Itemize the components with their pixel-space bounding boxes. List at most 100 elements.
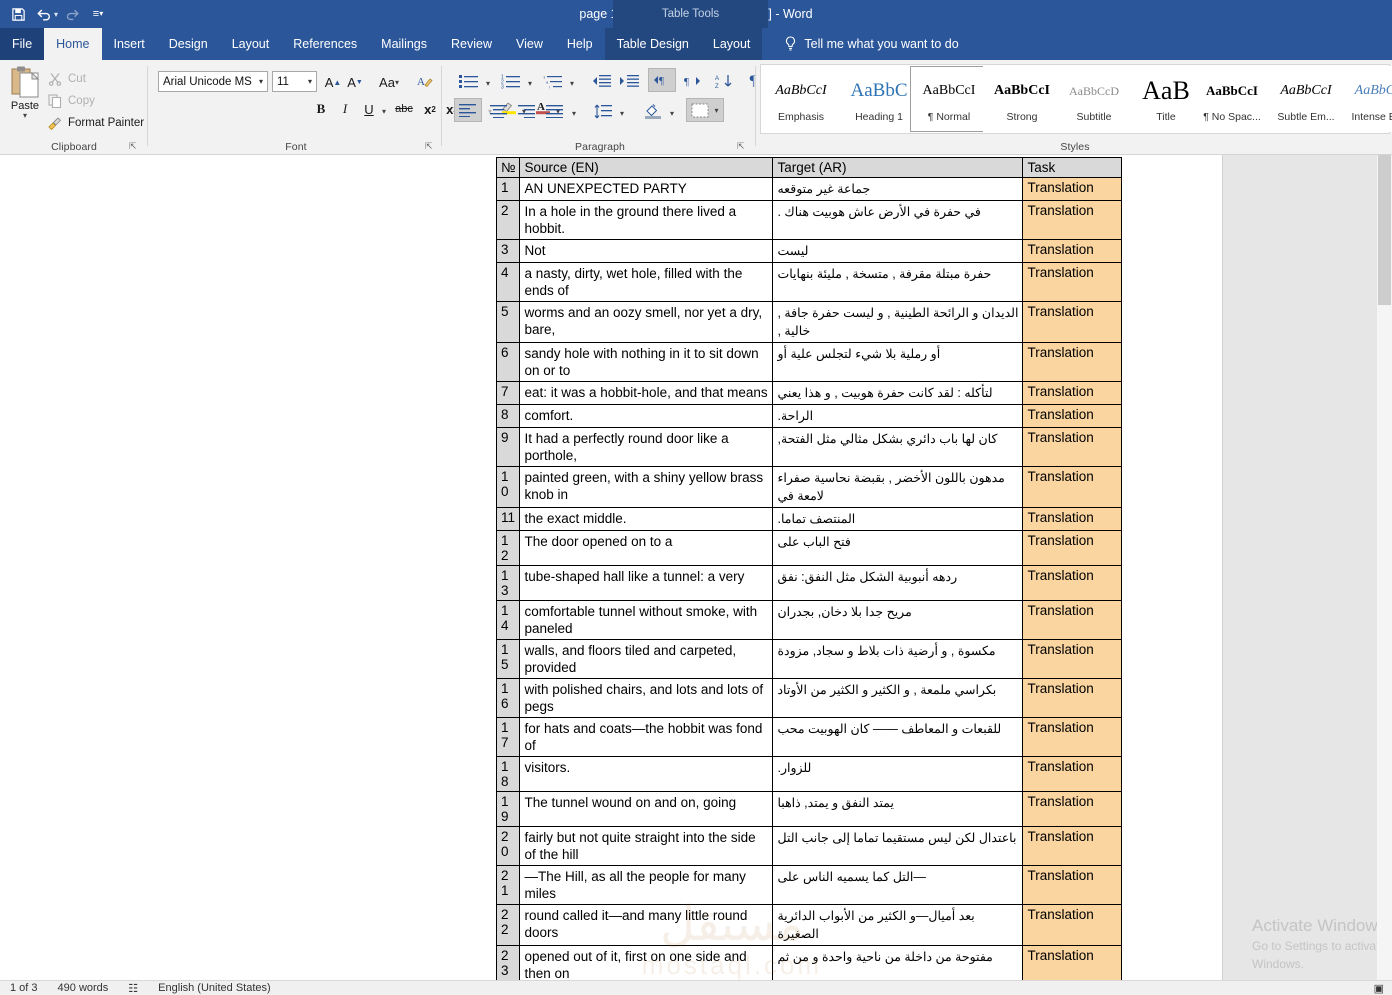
customize-qat-icon[interactable]: ≡ ▾: [86, 3, 110, 25]
chevron-down-icon[interactable]: ▾: [259, 77, 263, 86]
source-cell[interactable]: worms and an oozy smell, nor yet a dry, …: [519, 301, 774, 343]
style-intense-emphasis[interactable]: AaBbCc Intense E...: [1339, 66, 1392, 132]
target-cell[interactable]: باعتدال لكن ليس مستقيما تماما إلى جانب ا…: [772, 826, 1024, 866]
italic-icon[interactable]: I: [334, 98, 356, 120]
target-cell[interactable]: جماعة غير متوقعه: [772, 177, 1024, 201]
style-heading-1[interactable]: AaBbC Heading 1: [840, 66, 918, 132]
task-cell[interactable]: Translation: [1022, 342, 1123, 382]
task-cell[interactable]: Translation: [1022, 381, 1123, 405]
target-cell[interactable]: كان لها باب دائري بشكل مثالي مثل الفتحة,: [772, 427, 1024, 467]
source-cell[interactable]: The tunnel wound on and on, going: [519, 791, 774, 827]
align-right-icon[interactable]: [514, 100, 540, 122]
source-cell[interactable]: tube-shaped hall like a tunnel: a very: [519, 565, 774, 601]
numbering-dropdown-icon[interactable]: ▾: [524, 72, 536, 94]
target-cell[interactable]: أو رملية بلا شيء لتجلس علية أو: [772, 342, 1024, 382]
spelling-check-icon[interactable]: ☷: [118, 982, 148, 995]
style-subtle-emphasis[interactable]: AaBbCcI Subtle Em...: [1267, 66, 1345, 132]
source-cell[interactable]: round called it—and many little round do…: [519, 904, 774, 946]
shrink-font-icon[interactable]: A ▼: [344, 71, 366, 93]
source-cell[interactable]: comfortable tunnel without smoke, with p…: [519, 600, 774, 640]
style-normal[interactable]: AaBbCcI ¶ Normal: [910, 66, 988, 132]
target-cell[interactable]: بكراسي ملمعة , و الكثير و الكثير من الأو…: [772, 678, 1024, 718]
borders-icon[interactable]: ▾: [686, 98, 724, 122]
task-cell[interactable]: Translation: [1022, 404, 1123, 428]
tab-home[interactable]: Home: [44, 28, 102, 60]
target-cell[interactable]: مدهون باللون الأخضر , بقبضة نحاسية صفراء…: [772, 466, 1024, 508]
task-cell[interactable]: Translation: [1022, 427, 1123, 467]
multilevel-dropdown-icon[interactable]: ▾: [566, 72, 578, 94]
numbering-icon[interactable]: 123: [498, 70, 524, 92]
paragraph-dialog-launcher[interactable]: ⇱: [737, 141, 748, 152]
style-strong[interactable]: AaBbCcI Strong: [983, 66, 1061, 132]
copy-button[interactable]: Copy: [48, 91, 95, 111]
increase-indent-icon[interactable]: [616, 70, 642, 92]
source-cell[interactable]: the exact middle.: [519, 507, 774, 531]
font-dialog-launcher[interactable]: ⇱: [425, 141, 436, 152]
tab-mailings[interactable]: Mailings: [369, 28, 439, 60]
source-cell[interactable]: comfort.: [519, 404, 774, 428]
task-cell[interactable]: Translation: [1022, 262, 1123, 302]
word-count[interactable]: 490 words: [48, 982, 119, 994]
ltr-text-direction-icon[interactable]: ¶: [648, 68, 676, 92]
language-indicator[interactable]: English (United States): [148, 982, 281, 994]
style-no-spacing[interactable]: AaBbCcI ¶ No Spac...: [1193, 66, 1271, 132]
target-cell[interactable]: حفرة مبتلة مقرفة , متسخة , مليئة بنهايات: [772, 262, 1024, 302]
save-icon[interactable]: [6, 3, 30, 25]
source-cell[interactable]: —The Hill, as all the people for many mi…: [519, 865, 774, 905]
target-cell[interactable]: لتأكله : لقد كانت حفرة هوبيت , و هذا يعن…: [772, 381, 1024, 405]
tab-insert[interactable]: Insert: [102, 28, 157, 60]
bullets-icon[interactable]: [456, 70, 482, 92]
source-cell[interactable]: with polished chairs, and lots and lots …: [519, 678, 774, 718]
ribbon-tabs[interactable]: File Home Insert Design Layout Reference…: [0, 28, 1392, 60]
page-indicator[interactable]: 1 of 3: [0, 982, 48, 994]
rtl-text-direction-icon[interactable]: ¶: [680, 70, 706, 92]
task-cell[interactable]: Translation: [1022, 239, 1123, 263]
source-cell[interactable]: The door opened on to a: [519, 530, 774, 566]
shading-dropdown-icon[interactable]: ▾: [666, 102, 678, 124]
target-cell[interactable]: في حفرة في الأرض عاش هوبيت هناك .: [772, 200, 1024, 240]
strikethrough-icon[interactable]: abc: [392, 98, 416, 120]
target-cell[interactable]: للقبعات و المعاطف —— كان الهوبيت محب: [772, 717, 1024, 757]
redo-icon[interactable]: [60, 3, 84, 25]
tab-table-layout[interactable]: Layout: [700, 28, 763, 60]
task-cell[interactable]: Translation: [1022, 678, 1123, 718]
target-cell[interactable]: ليست: [772, 239, 1024, 263]
tab-table-design[interactable]: Table Design: [604, 28, 701, 60]
task-cell[interactable]: Translation: [1022, 717, 1123, 757]
justify-icon[interactable]: [542, 100, 568, 122]
underline-dropdown-icon[interactable]: ▾: [378, 100, 390, 122]
align-center-icon[interactable]: [486, 100, 512, 122]
multilevel-list-icon[interactable]: 1ai: [540, 70, 566, 92]
target-cell[interactable]: ردهه أنبوبية الشكل مثل النفق: نفق: [772, 565, 1024, 601]
sort-icon[interactable]: AZ: [712, 70, 738, 92]
source-cell[interactable]: a nasty, dirty, wet hole, filled with th…: [519, 262, 774, 302]
source-cell[interactable]: fairly but not quite straight into the s…: [519, 826, 774, 866]
shading-icon[interactable]: [640, 100, 666, 122]
tab-design[interactable]: Design: [157, 28, 220, 60]
task-cell[interactable]: Translation: [1022, 865, 1123, 905]
target-cell[interactable]: —التل كما يسميه الناس على: [772, 865, 1024, 905]
tab-layout[interactable]: Layout: [220, 28, 282, 60]
print-layout-icon[interactable]: ▣: [1374, 982, 1384, 995]
task-cell[interactable]: Translation: [1022, 507, 1123, 531]
source-cell[interactable]: opened out of it, first on one side and …: [519, 945, 774, 980]
target-cell[interactable]: يمتد النفق و يمتد, ذاهبا: [772, 791, 1024, 827]
source-cell[interactable]: visitors.: [519, 756, 774, 792]
paste-button[interactable]: Paste ▾: [4, 65, 46, 137]
undo-dropdown-icon[interactable]: ▾: [54, 10, 58, 19]
tell-me-box[interactable]: Tell me what you want to do: [762, 28, 959, 60]
task-cell[interactable]: Translation: [1022, 301, 1123, 343]
source-cell[interactable]: It had a perfectly round door like a por…: [519, 427, 774, 467]
task-cell[interactable]: Translation: [1022, 530, 1123, 566]
task-cell[interactable]: Translation: [1022, 639, 1123, 679]
tab-review[interactable]: Review: [439, 28, 504, 60]
source-cell[interactable]: for hats and coats—the hobbit was fond o…: [519, 717, 774, 757]
source-cell[interactable]: eat: it was a hobbit-hole, and that mean…: [519, 381, 774, 405]
source-cell[interactable]: In a hole in the ground there lived a ho…: [519, 200, 774, 240]
tab-help[interactable]: Help: [555, 28, 605, 60]
target-cell[interactable]: بعد أميال—و الكثير من الأبواب الدائرية ا…: [772, 904, 1024, 946]
source-cell[interactable]: AN UNEXPECTED PARTY: [519, 177, 774, 201]
task-cell[interactable]: Translation: [1022, 791, 1123, 827]
grow-font-icon[interactable]: A ▲: [322, 71, 344, 93]
line-spacing-dropdown-icon[interactable]: ▾: [616, 102, 628, 124]
